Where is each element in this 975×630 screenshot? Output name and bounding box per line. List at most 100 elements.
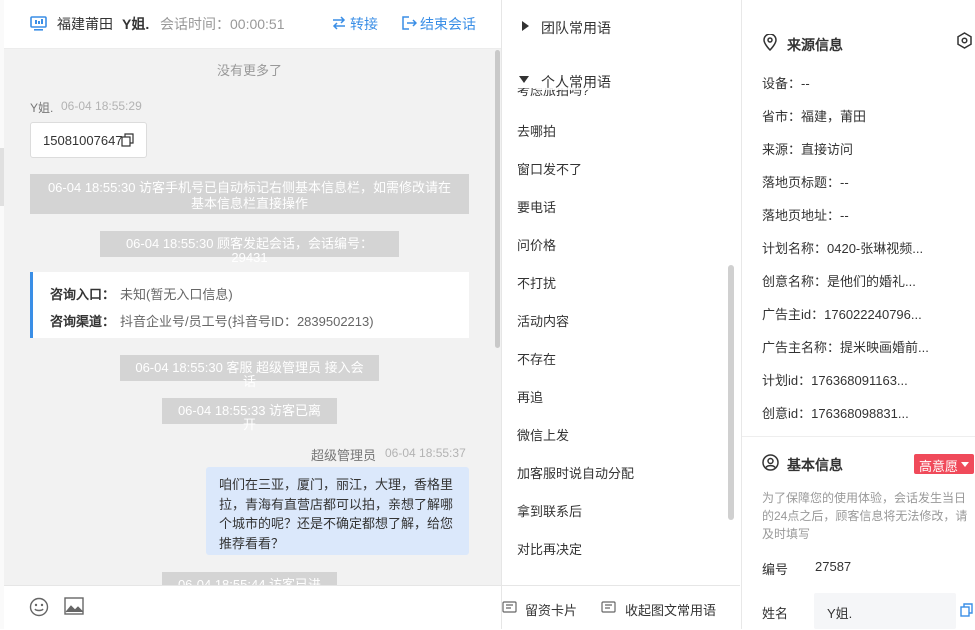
transfer-button[interactable]: 转接 — [350, 0, 378, 48]
collapse-phrases-button[interactable]: 收起图文常用语 — [625, 600, 716, 619]
chat-panel: 福建莆田 Y姐. 会话时间： 00:00:51 转接 结束会话 没有更多了 Y姐… — [4, 0, 502, 629]
settings-icon[interactable] — [956, 32, 973, 49]
source-row-label: 来源： — [762, 142, 802, 157]
source-row-landing-url: 落地页地址：-- — [762, 205, 849, 224]
collapse-icon[interactable] — [601, 601, 616, 613]
phrase-item[interactable]: 不存在 — [517, 349, 556, 368]
intent-badge[interactable]: 高意愿 — [914, 454, 974, 474]
agent-message-time: 06-04 18:55:37 — [385, 446, 466, 460]
consult-entry-value: 未知(暂无入口信息) — [120, 287, 233, 302]
source-row-value: 提米映画婚前... — [840, 340, 929, 355]
end-session-icon[interactable] — [401, 15, 417, 31]
source-row-value: 176368098831... — [811, 406, 909, 421]
triangle-down-icon[interactable] — [519, 76, 529, 83]
source-row-label: 广告主id： — [762, 307, 825, 322]
triangle-right-icon[interactable] — [522, 21, 529, 31]
customer-name-label: 姓名 — [762, 606, 789, 621]
phrase-item[interactable]: 去哪拍 — [517, 121, 556, 140]
chat-input-toolbar — [4, 585, 501, 629]
source-row-value: 是他们的婚礼... — [827, 274, 916, 289]
source-row-value: -- — [840, 175, 849, 190]
visitor-message-time: 06-04 18:55:29 — [61, 99, 142, 113]
source-row-source: 来源：直接访问 — [762, 139, 853, 158]
team-phrases-title[interactable]: 团队常用语 — [541, 18, 611, 38]
phrase-item[interactable]: 要电话 — [517, 197, 556, 216]
phrase-item[interactable]: 拿到联系后 — [517, 501, 582, 520]
source-row-value: -- — [840, 208, 849, 223]
agent-message-bubble: 咱们在三亚，厦门，丽江，大理，香格里拉，青海有直营店都可以拍，亲想了解哪个城市的… — [206, 467, 469, 555]
source-row-label: 广告主名称： — [762, 340, 841, 355]
no-more-messages: 没有更多了 — [216, 63, 282, 78]
source-row-province: 省市：福建，莆田 — [762, 106, 866, 125]
chevron-down-icon — [961, 462, 969, 467]
source-row-value: -- — [801, 76, 810, 91]
phrase-item[interactable]: 微信上发 — [517, 425, 569, 444]
source-row-advertiser-id: 广告主id：176022240796... — [762, 304, 922, 323]
source-row-advertiser-name: 广告主名称：提米映画婚前... — [762, 337, 929, 356]
customer-id-label: 编号 — [762, 562, 789, 577]
emoji-icon[interactable] — [29, 597, 49, 617]
source-row-label: 创意名称： — [762, 274, 828, 289]
phrase-item[interactable]: 问价格 — [517, 235, 556, 254]
system-message-agent-joined: 06-04 18:55:30 客服 超级管理员 接入会话 — [120, 355, 379, 389]
customer-name-value: Y姐. — [827, 606, 853, 621]
card-icon[interactable] — [502, 601, 517, 613]
source-row-landing-title: 落地页标题：-- — [762, 172, 849, 191]
copy-icon[interactable] — [121, 133, 134, 147]
visitor-phone-number: 15081007647 — [43, 133, 123, 148]
source-row-value: 176368091163... — [811, 373, 908, 388]
consult-entry-label: 咨询入口： — [50, 287, 116, 302]
source-row-label: 创意id： — [762, 406, 812, 421]
visitor-phone-bubble: 15081007647 — [30, 122, 147, 158]
common-phrases-panel: 团队常用语 考虑旅拍吗? 去哪拍 窗口发不了 要电话 问价格 不打扰 活动内容 … — [502, 0, 740, 585]
location-icon — [763, 34, 777, 51]
source-row-plan-name: 计划名称：0420-张琳视频... — [762, 238, 923, 257]
visitor-message-name: Y姐. — [30, 101, 54, 115]
intent-badge-label: 高意愿 — [919, 459, 959, 474]
phrase-item[interactable]: 窗口发不了 — [517, 159, 582, 178]
visitor-name: Y姐. — [122, 16, 150, 32]
source-row-value: 直接访问 — [801, 142, 854, 157]
system-message-session-start: 06-04 18:55:30 顾客发起会话，会话编号：29431 — [100, 231, 399, 265]
section-divider — [742, 436, 975, 437]
monitor-icon — [30, 16, 47, 31]
source-row-label: 落地页地址： — [762, 208, 841, 223]
basic-info-title: 基本信息 — [787, 457, 843, 473]
customer-name-field[interactable]: Y姐. — [814, 593, 956, 629]
chat-header: 福建莆田 Y姐. 会话时间： 00:00:51 转接 结束会话 — [4, 0, 501, 49]
consult-channel-value: 抖音企业号/员工号(抖音号ID：2839502213) — [120, 314, 374, 329]
image-icon[interactable] — [64, 597, 84, 615]
personal-phrases-header[interactable]: 个人常用语 — [536, 70, 716, 90]
agent-message-name: 超级管理员 — [311, 448, 377, 463]
source-row-value: 福建，莆田 — [801, 109, 867, 124]
source-row-label: 设备： — [762, 76, 802, 91]
source-row-label: 落地页标题： — [762, 175, 841, 190]
source-row-label: 计划id： — [762, 373, 812, 388]
end-session-button[interactable]: 结束会话 — [420, 0, 476, 48]
personal-phrases-title[interactable]: 个人常用语 — [541, 72, 611, 92]
chat-scrollbar[interactable] — [495, 50, 500, 348]
source-row-device: 设备：-- — [762, 73, 810, 92]
user-circle-icon — [762, 454, 779, 471]
consult-info-card: 咨询入口： 未知(暂无入口信息) 咨询渠道： 抖音企业号/员工号(抖音号ID：2… — [30, 272, 469, 338]
source-info-title: 来源信息 — [787, 37, 843, 53]
source-row-plan-id: 计划id：176368091163... — [762, 370, 908, 389]
phrase-item[interactable]: 活动内容 — [517, 311, 569, 330]
customer-info-panel: 来源信息 设备：-- 省市：福建，莆田 来源：直接访问 落地页标题：-- 落地页… — [741, 0, 975, 629]
phrase-item[interactable]: 再追 — [517, 387, 543, 406]
phrases-scrollbar[interactable] — [728, 265, 734, 520]
session-time-label: 会话时间： — [160, 16, 230, 32]
phrase-item[interactable]: 不打扰 — [517, 273, 556, 292]
transfer-icon[interactable] — [331, 16, 347, 30]
system-message-visitor-left: 06-04 18:55:33 访客已离开 — [162, 398, 337, 432]
consult-channel-label: 咨询渠道： — [50, 314, 116, 329]
leave-card-button[interactable]: 留资卡片 — [525, 600, 577, 619]
basic-info-notice: 为了保障您的使用体验，会话发生当日的24点之后，顾客信息将无法修改，请及时填写 — [762, 491, 968, 541]
system-message-phone-marked: 06-04 18:55:30 访客手机号已自动标记右侧基本信息栏，如需修改请在基… — [30, 174, 469, 214]
phrase-item[interactable]: 加客服时说自动分配 — [517, 463, 634, 482]
copy-name-icon[interactable] — [960, 603, 973, 617]
phrase-item[interactable]: 对比再决定 — [517, 539, 582, 558]
source-row-value: 176022240796... — [824, 307, 922, 322]
phrases-footer: 留资卡片 收起图文常用语 — [502, 585, 740, 630]
source-row-creative-name: 创意名称：是他们的婚礼... — [762, 271, 916, 290]
